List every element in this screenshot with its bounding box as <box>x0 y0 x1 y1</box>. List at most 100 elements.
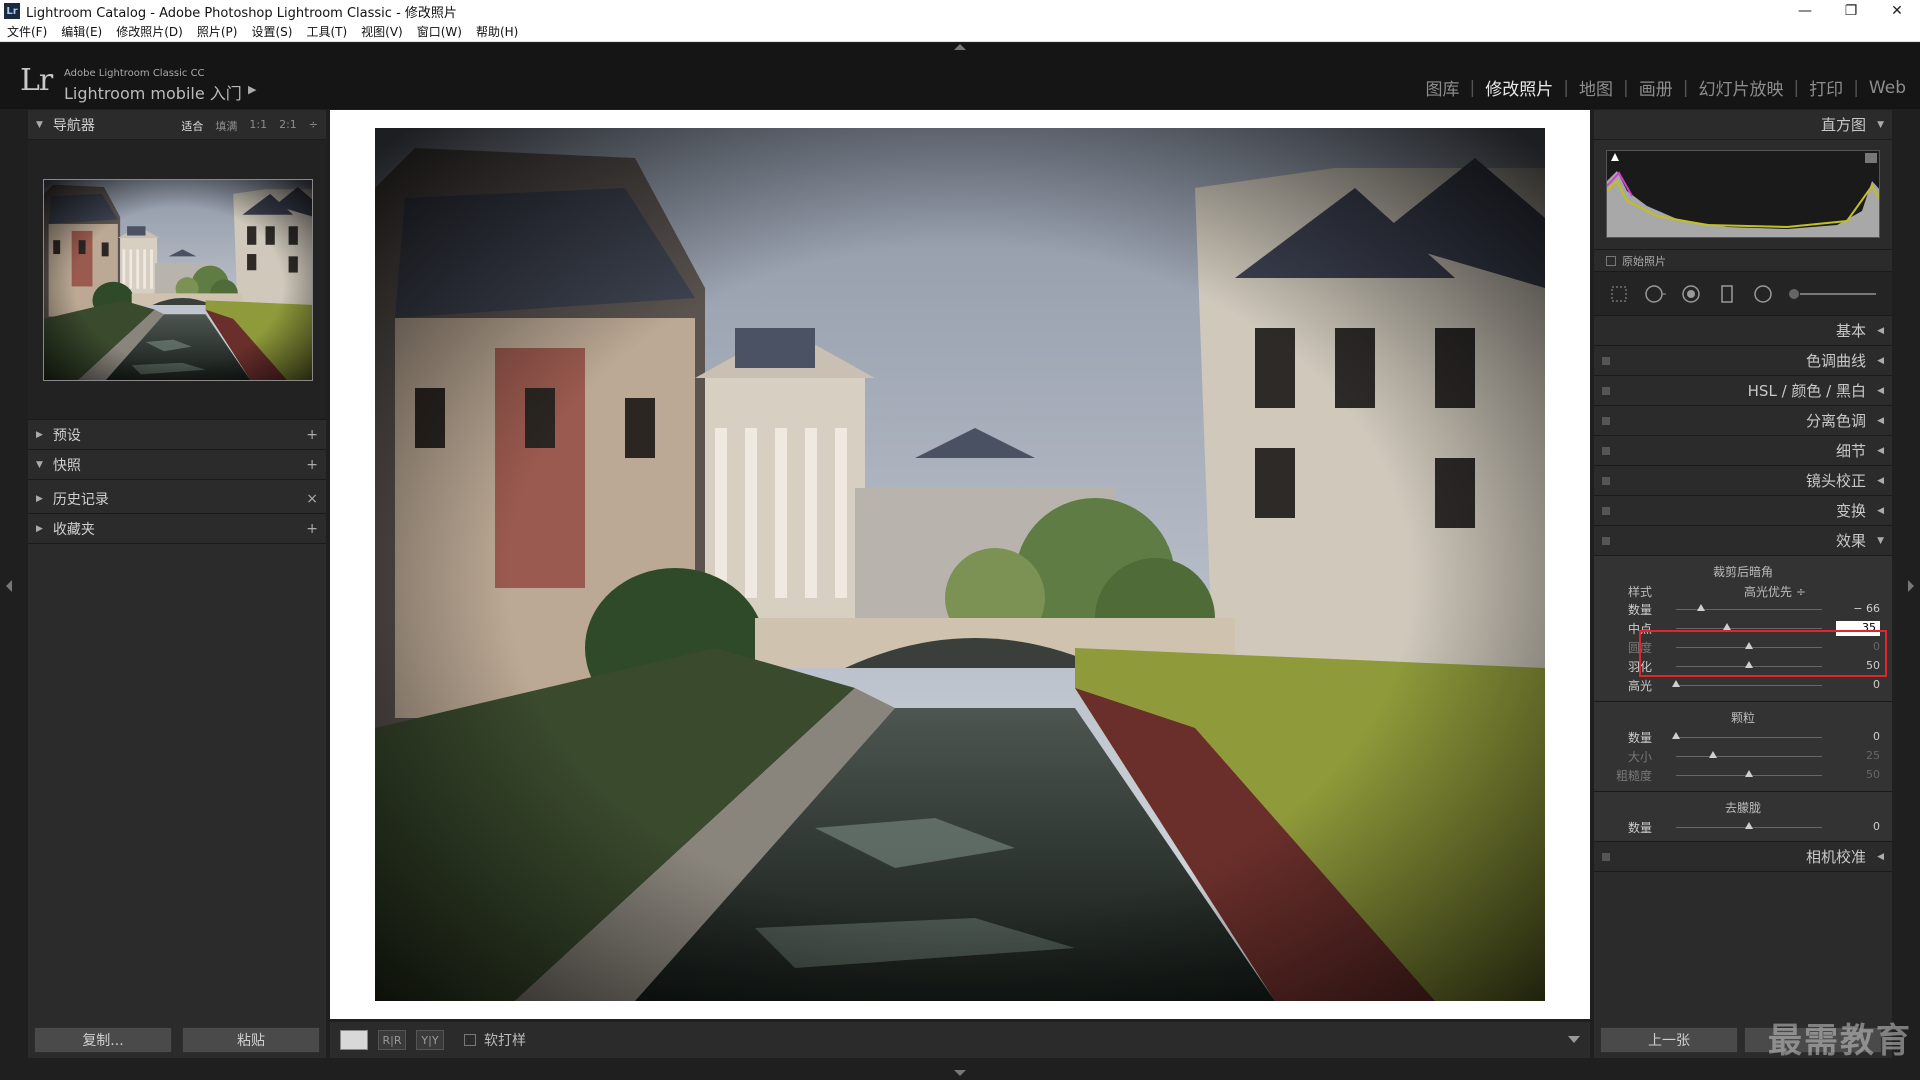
zoom-fit[interactable]: 适合 <box>181 118 203 134</box>
slider-track[interactable] <box>1676 756 1822 757</box>
panel-switch-icon[interactable] <box>1602 447 1610 455</box>
zoom-more[interactable]: ÷ <box>309 118 318 134</box>
slider-value[interactable]: 50 <box>1840 768 1880 781</box>
slider-thumb[interactable] <box>1723 623 1732 630</box>
menu-tools[interactable]: 工具(T) <box>299 23 354 40</box>
panel-switch-icon[interactable] <box>1602 537 1610 545</box>
navigator-thumbnail[interactable] <box>43 179 313 381</box>
previous-button[interactable]: 上一张 <box>1600 1027 1738 1053</box>
slider-thumb[interactable] <box>1708 751 1717 758</box>
slider-track[interactable] <box>1676 737 1822 738</box>
menu-view[interactable]: 视图(V) <box>354 23 410 40</box>
menu-develop[interactable]: 修改照片(D) <box>109 23 190 40</box>
slider-value[interactable]: 0 <box>1840 730 1880 743</box>
module-slideshow[interactable]: 幻灯片放映 <box>1698 75 1783 100</box>
panel-switch-icon[interactable] <box>1602 477 1610 485</box>
menu-file[interactable]: 文件(F) <box>0 23 54 40</box>
graduated-filter-icon[interactable] <box>1716 283 1738 305</box>
slider-thumb[interactable] <box>1745 770 1753 777</box>
navigator-header[interactable]: ▼ 导航器 适合 填满 1:1 2:1 ÷ <box>28 110 326 140</box>
panel-switch-icon[interactable] <box>1602 507 1610 515</box>
slider-value[interactable]: 0 <box>1840 640 1880 653</box>
add-snapshot-icon[interactable]: + <box>306 457 318 473</box>
compare-view-button[interactable]: R|R <box>378 1030 406 1050</box>
slider-value-input[interactable]: 35 <box>1836 621 1880 636</box>
section-hsl[interactable]: HSL / 颜色 / 黑白 ◀ <box>1594 376 1892 406</box>
module-library[interactable]: 图库 <box>1426 75 1460 100</box>
before-after-button[interactable]: Y|Y <box>416 1030 444 1050</box>
section-detail[interactable]: 细节 ◀ <box>1594 436 1892 466</box>
clear-history-icon[interactable]: × <box>306 491 318 507</box>
section-basic[interactable]: 基本 ◀ <box>1594 316 1892 346</box>
adjustment-brush-icon[interactable] <box>1788 283 1878 305</box>
crop-tool-icon[interactable] <box>1608 283 1630 305</box>
panel-switch-icon[interactable] <box>1602 853 1610 861</box>
presets-header[interactable]: ▶ 预设 + <box>28 420 326 450</box>
slider-track[interactable] <box>1676 628 1822 629</box>
menu-settings[interactable]: 设置(S) <box>244 23 299 40</box>
collections-header[interactable]: ▶ 收藏夹 + <box>28 514 326 544</box>
panel-switch-icon[interactable] <box>1602 357 1610 365</box>
snapshots-header[interactable]: ▼ 快照 + <box>28 450 326 480</box>
add-collection-icon[interactable]: + <box>306 521 318 537</box>
slider-thumb[interactable] <box>1672 732 1680 739</box>
module-web[interactable]: Web <box>1869 78 1906 98</box>
slider-value[interactable]: 0 <box>1840 678 1880 691</box>
menu-photo[interactable]: 照片(P) <box>190 23 245 40</box>
slider-thumb[interactable] <box>1745 642 1753 649</box>
right-panel-toggle-icon[interactable] <box>1908 580 1914 592</box>
slider-thumb[interactable] <box>1672 680 1680 687</box>
panel-switch-icon[interactable] <box>1602 417 1610 425</box>
slider-track[interactable] <box>1676 685 1822 686</box>
module-develop[interactable]: 修改照片 <box>1485 75 1553 100</box>
histogram-header[interactable]: 直方图 ▼ <box>1594 110 1892 140</box>
slider-row: 大小 25 <box>1594 747 1892 766</box>
section-tone-curve[interactable]: 色调曲线 ◀ <box>1594 346 1892 376</box>
zoom-fill[interactable]: 填满 <box>215 118 237 134</box>
panel-switch-icon[interactable] <box>1602 387 1610 395</box>
section-effects[interactable]: 效果 ▼ <box>1594 526 1892 556</box>
histogram-graph[interactable] <box>1606 150 1880 238</box>
slider-thumb[interactable] <box>1745 661 1753 668</box>
style-dropdown[interactable]: 高光优先 ÷ <box>1744 583 1806 600</box>
slider-value[interactable]: − 66 <box>1840 602 1880 615</box>
paste-settings-button[interactable]: 粘贴 <box>182 1027 320 1053</box>
slider-value[interactable]: 25 <box>1840 749 1880 762</box>
main-photo[interactable] <box>375 128 1545 1001</box>
soft-proof-checkbox[interactable] <box>464 1034 476 1046</box>
radial-filter-icon[interactable] <box>1752 283 1774 305</box>
slider-value[interactable]: 0 <box>1840 820 1880 833</box>
minimize-button[interactable]: — <box>1782 0 1828 22</box>
zoom-1-1[interactable]: 1:1 <box>249 118 267 134</box>
menu-window[interactable]: 窗口(W) <box>410 23 469 40</box>
red-eye-icon[interactable] <box>1680 283 1702 305</box>
brand-main[interactable]: Lightroom mobile 入门 <box>64 80 242 104</box>
maximize-button[interactable]: ❐ <box>1828 0 1874 22</box>
menu-edit[interactable]: 编辑(E) <box>54 23 109 40</box>
filmstrip-toggle-icon[interactable] <box>954 1070 966 1076</box>
section-lens-corrections[interactable]: 镜头校正 ◀ <box>1594 466 1892 496</box>
original-photo-checkbox[interactable] <box>1606 255 1616 266</box>
section-transform[interactable]: 变换 ◀ <box>1594 496 1892 526</box>
left-panel-toggle-icon[interactable] <box>6 580 12 592</box>
copy-settings-button[interactable]: 复制... <box>34 1027 172 1053</box>
play-arrow-icon[interactable]: ▶ <box>248 83 256 96</box>
original-photo-row[interactable]: 原始照片 <box>1594 250 1892 272</box>
close-button[interactable]: ✕ <box>1874 0 1920 22</box>
history-header[interactable]: ▶ 历史记录 × <box>28 484 326 514</box>
spot-removal-icon[interactable] <box>1644 283 1666 305</box>
module-book[interactable]: 画册 <box>1639 75 1673 100</box>
section-split-toning[interactable]: 分离色调 ◀ <box>1594 406 1892 436</box>
slider-value[interactable]: 50 <box>1840 659 1880 672</box>
loupe-view-button[interactable] <box>340 1030 368 1050</box>
module-map[interactable]: 地图 <box>1579 75 1613 100</box>
module-print[interactable]: 打印 <box>1809 75 1843 100</box>
zoom-2-1[interactable]: 2:1 <box>279 118 297 134</box>
slider-thumb[interactable] <box>1745 822 1753 829</box>
section-camera-calibration[interactable]: 相机校准 ◀ <box>1594 842 1892 872</box>
toolbar-menu-icon[interactable] <box>1568 1036 1580 1043</box>
menu-help[interactable]: 帮助(H) <box>469 23 525 40</box>
top-panel-toggle-icon[interactable] <box>954 44 966 50</box>
add-preset-icon[interactable]: + <box>306 427 318 443</box>
slider-thumb[interactable] <box>1696 604 1705 611</box>
